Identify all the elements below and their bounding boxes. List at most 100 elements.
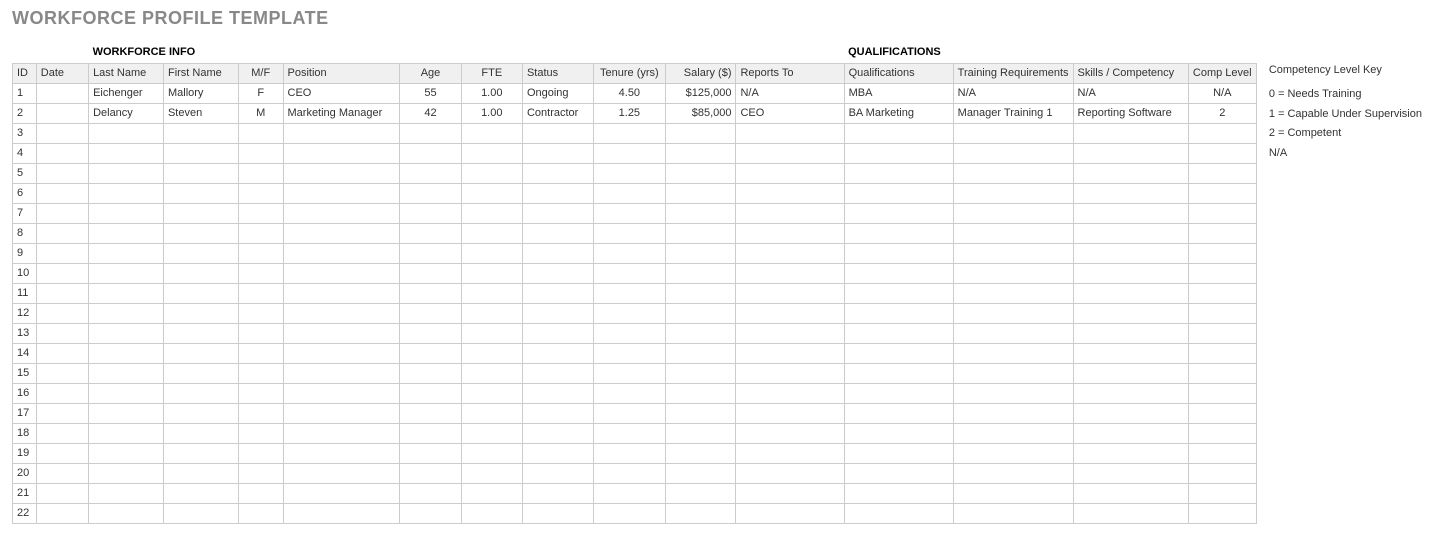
cell-last[interactable] bbox=[89, 183, 164, 203]
cell-age[interactable] bbox=[400, 283, 461, 303]
cell-fte[interactable] bbox=[461, 483, 522, 503]
cell-mf[interactable] bbox=[238, 423, 283, 443]
cell-pos[interactable] bbox=[283, 183, 400, 203]
cell-ten[interactable] bbox=[594, 243, 666, 263]
cell-first[interactable] bbox=[163, 243, 238, 263]
cell-date[interactable] bbox=[36, 283, 88, 303]
cell-ten[interactable] bbox=[594, 503, 666, 523]
cell-fte[interactable] bbox=[461, 443, 522, 463]
cell-sal[interactable]: $85,000 bbox=[665, 103, 736, 123]
cell-id[interactable]: 14 bbox=[13, 343, 37, 363]
cell-first[interactable] bbox=[163, 403, 238, 423]
cell-mf[interactable] bbox=[238, 243, 283, 263]
cell-last[interactable] bbox=[89, 423, 164, 443]
cell-id[interactable]: 17 bbox=[13, 403, 37, 423]
cell-mf[interactable] bbox=[238, 163, 283, 183]
cell-comp[interactable] bbox=[1188, 163, 1256, 183]
cell-id[interactable]: 11 bbox=[13, 283, 37, 303]
cell-age[interactable] bbox=[400, 263, 461, 283]
cell-rep[interactable] bbox=[736, 323, 844, 343]
cell-id[interactable]: 8 bbox=[13, 223, 37, 243]
cell-train[interactable] bbox=[953, 403, 1073, 423]
cell-skill[interactable] bbox=[1073, 143, 1188, 163]
cell-comp[interactable] bbox=[1188, 183, 1256, 203]
cell-age[interactable] bbox=[400, 223, 461, 243]
cell-rep[interactable] bbox=[736, 223, 844, 243]
cell-date[interactable] bbox=[36, 103, 88, 123]
cell-comp[interactable] bbox=[1188, 123, 1256, 143]
cell-train[interactable] bbox=[953, 483, 1073, 503]
cell-fte[interactable] bbox=[461, 463, 522, 483]
cell-stat[interactable] bbox=[522, 183, 593, 203]
cell-sal[interactable] bbox=[665, 503, 736, 523]
cell-rep[interactable] bbox=[736, 343, 844, 363]
cell-pos[interactable] bbox=[283, 463, 400, 483]
cell-age[interactable] bbox=[400, 143, 461, 163]
cell-fte[interactable] bbox=[461, 383, 522, 403]
cell-id[interactable]: 16 bbox=[13, 383, 37, 403]
cell-pos[interactable]: CEO bbox=[283, 83, 400, 103]
cell-rep[interactable] bbox=[736, 283, 844, 303]
cell-first[interactable] bbox=[163, 223, 238, 243]
cell-stat[interactable] bbox=[522, 503, 593, 523]
cell-ten[interactable] bbox=[594, 203, 666, 223]
cell-date[interactable] bbox=[36, 303, 88, 323]
cell-train[interactable] bbox=[953, 123, 1073, 143]
cell-comp[interactable] bbox=[1188, 223, 1256, 243]
cell-qual[interactable] bbox=[844, 183, 953, 203]
cell-sal[interactable] bbox=[665, 463, 736, 483]
cell-qual[interactable] bbox=[844, 483, 953, 503]
cell-qual[interactable] bbox=[844, 463, 953, 483]
cell-skill[interactable] bbox=[1073, 323, 1188, 343]
cell-comp[interactable] bbox=[1188, 403, 1256, 423]
cell-last[interactable] bbox=[89, 263, 164, 283]
cell-fte[interactable] bbox=[461, 423, 522, 443]
cell-age[interactable] bbox=[400, 203, 461, 223]
cell-last[interactable] bbox=[89, 443, 164, 463]
cell-comp[interactable] bbox=[1188, 443, 1256, 463]
cell-skill[interactable] bbox=[1073, 263, 1188, 283]
cell-id[interactable]: 18 bbox=[13, 423, 37, 443]
cell-ten[interactable] bbox=[594, 223, 666, 243]
cell-ten[interactable] bbox=[594, 123, 666, 143]
cell-comp[interactable] bbox=[1188, 463, 1256, 483]
cell-qual[interactable] bbox=[844, 243, 953, 263]
cell-date[interactable] bbox=[36, 323, 88, 343]
cell-ten[interactable] bbox=[594, 483, 666, 503]
cell-fte[interactable] bbox=[461, 263, 522, 283]
cell-qual[interactable] bbox=[844, 443, 953, 463]
cell-first[interactable] bbox=[163, 343, 238, 363]
cell-age[interactable] bbox=[400, 183, 461, 203]
cell-age[interactable] bbox=[400, 483, 461, 503]
cell-sal[interactable] bbox=[665, 443, 736, 463]
cell-date[interactable] bbox=[36, 343, 88, 363]
cell-comp[interactable] bbox=[1188, 263, 1256, 283]
cell-rep[interactable] bbox=[736, 363, 844, 383]
cell-ten[interactable] bbox=[594, 343, 666, 363]
cell-first[interactable] bbox=[163, 463, 238, 483]
cell-fte[interactable] bbox=[461, 503, 522, 523]
cell-age[interactable] bbox=[400, 443, 461, 463]
cell-sal[interactable] bbox=[665, 323, 736, 343]
cell-last[interactable] bbox=[89, 203, 164, 223]
table-row[interactable]: 11 bbox=[13, 283, 1257, 303]
cell-pos[interactable] bbox=[283, 323, 400, 343]
cell-first[interactable] bbox=[163, 263, 238, 283]
table-row[interactable]: 4 bbox=[13, 143, 1257, 163]
cell-date[interactable] bbox=[36, 83, 88, 103]
cell-sal[interactable] bbox=[665, 343, 736, 363]
cell-comp[interactable] bbox=[1188, 343, 1256, 363]
cell-mf[interactable] bbox=[238, 483, 283, 503]
cell-ten[interactable] bbox=[594, 263, 666, 283]
cell-date[interactable] bbox=[36, 243, 88, 263]
cell-fte[interactable] bbox=[461, 203, 522, 223]
cell-stat[interactable] bbox=[522, 223, 593, 243]
cell-id[interactable]: 1 bbox=[13, 83, 37, 103]
cell-train[interactable] bbox=[953, 303, 1073, 323]
cell-ten[interactable] bbox=[594, 443, 666, 463]
cell-pos[interactable] bbox=[283, 303, 400, 323]
cell-train[interactable] bbox=[953, 183, 1073, 203]
cell-last[interactable] bbox=[89, 283, 164, 303]
cell-comp[interactable] bbox=[1188, 483, 1256, 503]
cell-id[interactable]: 15 bbox=[13, 363, 37, 383]
